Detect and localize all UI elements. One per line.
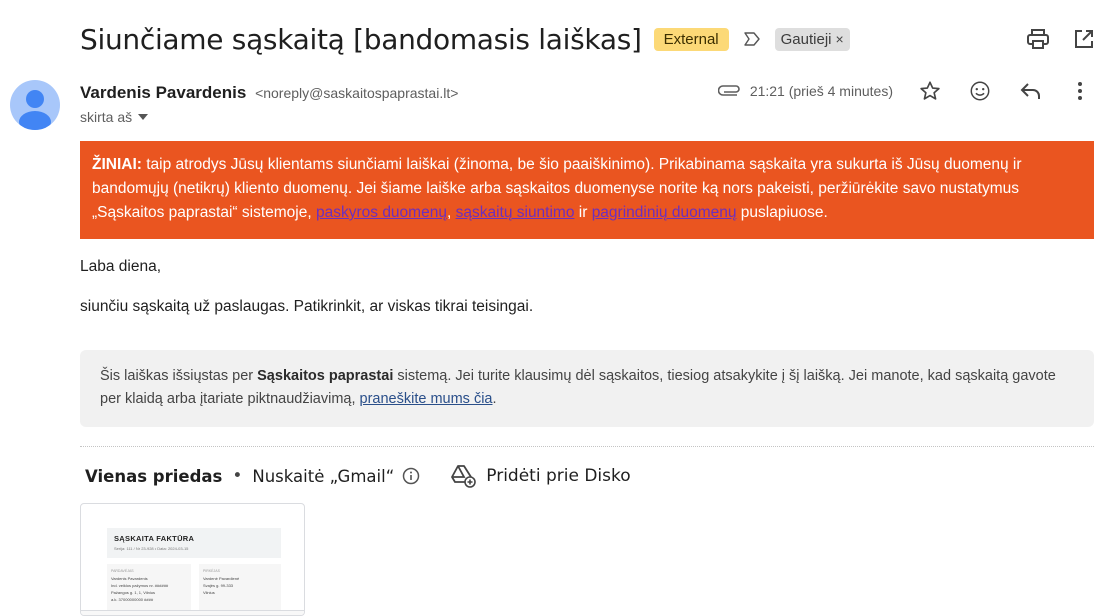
star-icon[interactable]: [919, 80, 941, 102]
buyer-line: Vardenė Pavardienė: [203, 576, 240, 581]
attachments-header: Vienas priedas • Nuskaitė „Gmail“ Pridėt…: [85, 464, 631, 488]
label-chip-inbox[interactable]: Gautieji ×: [774, 27, 850, 51]
notice-sep-1: ,: [446, 204, 456, 221]
link-invoice-sending[interactable]: sąskaitų siuntimo: [456, 204, 575, 221]
separator-dot: •: [232, 466, 243, 486]
thumbnail-title: SĄSKAITA FAKTŪRA: [114, 534, 195, 543]
reply-icon[interactable]: [1019, 80, 1041, 102]
open-new-window-icon[interactable]: [1073, 28, 1095, 50]
notice-text-2: puslapiuose.: [736, 204, 828, 221]
add-to-drive-button[interactable]: Pridėti prie Disko: [450, 464, 631, 488]
email-greeting: Laba diena,: [80, 258, 162, 275]
thumbnail-footer: [81, 610, 304, 615]
attachments-divider: [80, 446, 1094, 447]
message-time: 21:21 (prieš 4 minutes): [749, 83, 893, 99]
sender-email: <noreply@saskaitospaprastai.lt>: [255, 85, 459, 101]
buyer-line: Svajės g. 99-333: [203, 583, 234, 588]
message-meta: 21:21 (prieš 4 minutes): [717, 80, 1091, 102]
recipient-text: skirta aš: [80, 109, 133, 125]
seller-line: Pažangos g. 1, 1, Vilnius: [111, 590, 155, 595]
thumbnail-seller: Pardavėjas Vardenis Pavardenis Ind. veik…: [107, 564, 191, 614]
email-footer-notice: Šis laiškas išsiųstas per Sąskaitos papr…: [80, 350, 1094, 427]
recipient-line[interactable]: skirta aš: [80, 109, 149, 125]
add-to-drive-label: Pridėti prie Disko: [486, 466, 631, 486]
test-email-notice: ŽINIAI: taip atrodys Jūsų klientams siun…: [80, 141, 1094, 239]
top-actions: [1027, 28, 1095, 50]
email-subject: Siunčiame sąskaitą [bandomasis laiškas]: [80, 22, 642, 56]
seller-line: Vardenis Pavardenis: [111, 576, 148, 581]
footer-text-3: .: [492, 391, 497, 407]
seller-line: a.k. 37000000000 ####: [111, 597, 154, 602]
sender-name[interactable]: Vardenis Pavardenis: [80, 83, 246, 102]
label-important-icon[interactable]: [743, 30, 761, 48]
attachment-thumbnail[interactable]: SĄSKAITA FAKTŪRA Serija: 111 / Nr 23-928…: [80, 503, 305, 616]
info-icon[interactable]: [402, 467, 420, 485]
seller-caption: Pardavėjas: [111, 569, 134, 573]
drive-add-icon: [451, 465, 477, 488]
avatar: [10, 80, 60, 130]
thumbnail-header: SĄSKAITA FAKTŪRA Serija: 111 / Nr 23-928…: [107, 528, 281, 558]
print-icon[interactable]: [1027, 28, 1049, 50]
recipient-dropdown-icon[interactable]: [138, 114, 149, 120]
scanned-by-gmail: Nuskaitė „Gmail“: [252, 466, 395, 486]
attachment-count: Vienas priedas: [85, 466, 223, 486]
link-main-data[interactable]: pagrindinių duomenų: [592, 204, 737, 221]
emoji-reaction-icon[interactable]: [969, 80, 991, 102]
notice-lead: ŽINIAI:: [92, 156, 142, 173]
email-body-text: siunčiu sąskaitą už paslaugas. Patikrink…: [80, 298, 534, 315]
buyer-line: Vilnius: [203, 590, 215, 595]
label-remove-icon[interactable]: ×: [836, 31, 844, 47]
link-account-data[interactable]: paskyros duomenų: [316, 204, 447, 221]
notice-sep-2: ir: [574, 204, 592, 221]
attachment-clip-icon: [717, 82, 742, 101]
seller-line: Ind. veiklos pažymos nr. ######: [111, 583, 169, 588]
label-chip-text: Gautieji: [780, 30, 832, 48]
link-report-abuse[interactable]: praneškite mums čia: [360, 391, 493, 407]
thumbnail-subtitle: Serija: 111 / Nr 23-928 • Data: 2024-03-…: [114, 546, 189, 551]
footer-brand: Sąskaitos paprastai: [257, 368, 394, 384]
external-badge: External: [653, 27, 729, 51]
footer-text-1: Šis laiškas išsiųstas per: [100, 368, 258, 384]
more-options-icon[interactable]: [1069, 80, 1091, 102]
sender-line: Vardenis Pavardenis <noreply@saskaitospa…: [80, 83, 458, 103]
buyer-caption: Pirkėjas: [203, 569, 220, 573]
subject-row: Siunčiame sąskaitą [bandomasis laiškas] …: [80, 20, 1111, 58]
thumbnail-buyer: Pirkėjas Vardenė Pavardienė Svajės g. 99…: [199, 564, 281, 614]
